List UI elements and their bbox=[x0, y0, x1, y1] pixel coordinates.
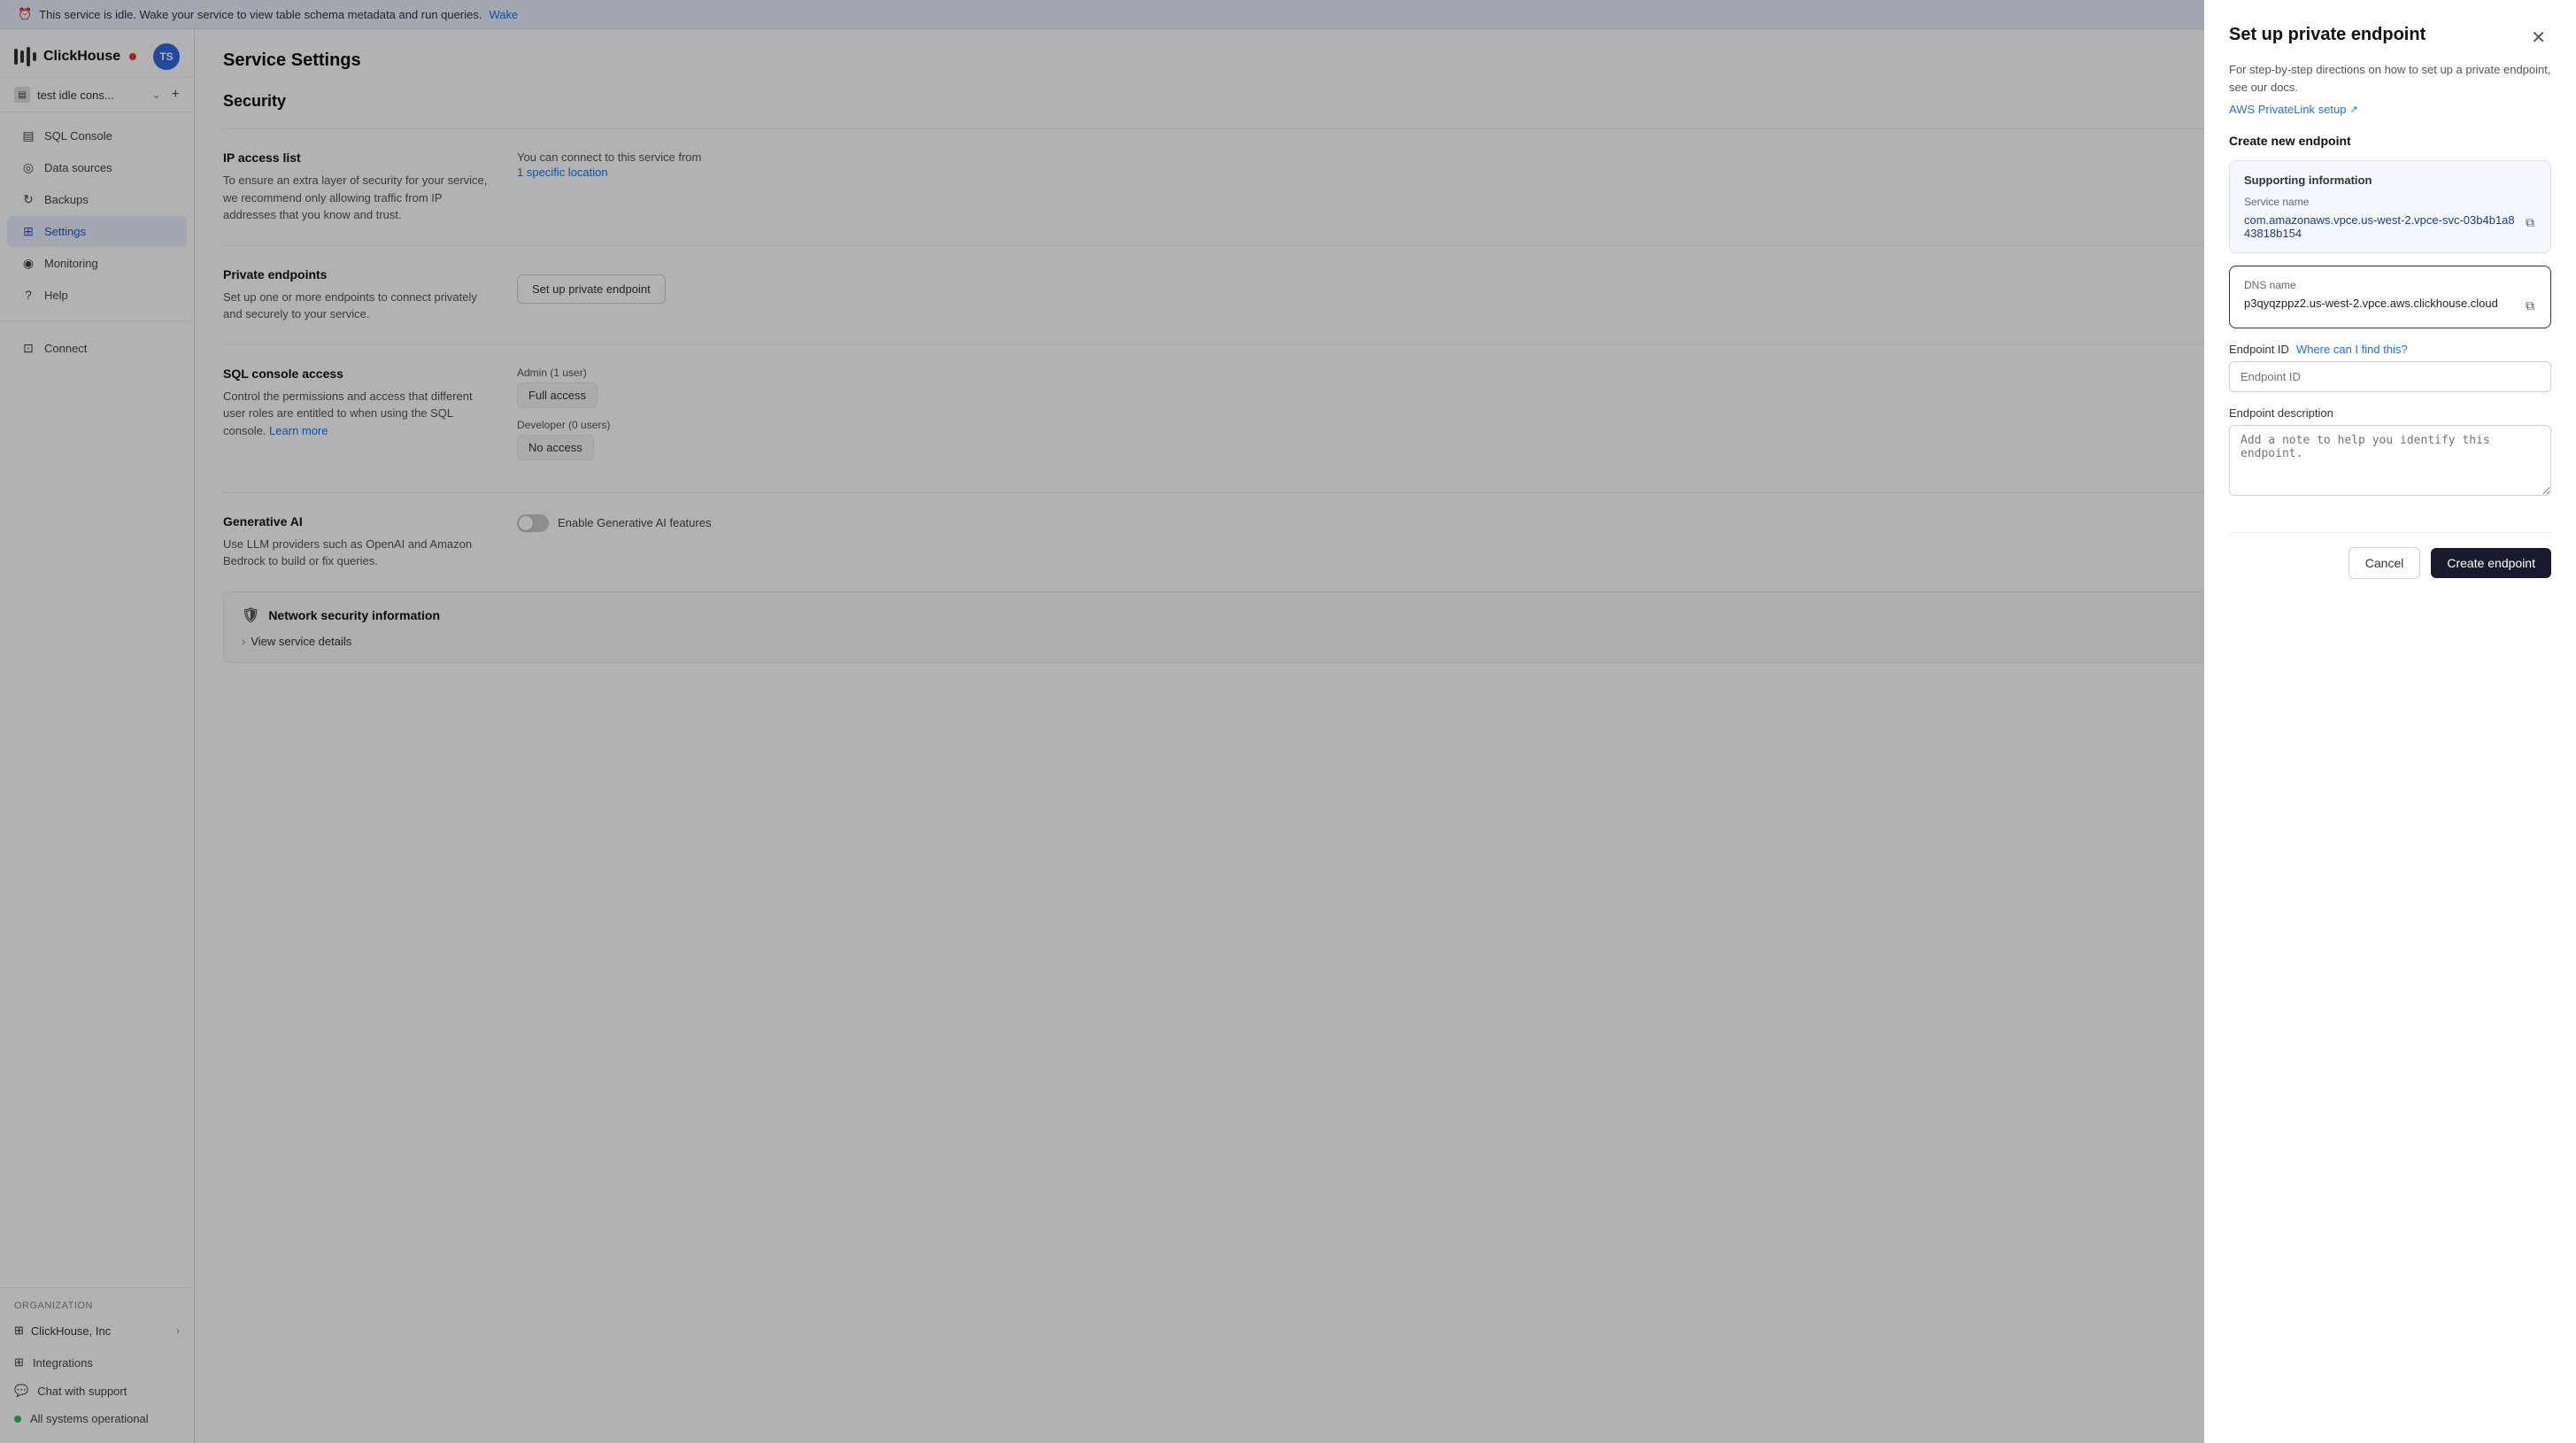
dns-name-label: DNS name bbox=[2244, 279, 2536, 291]
endpoint-id-label-row: Endpoint ID Where can I find this? bbox=[2229, 343, 2551, 356]
endpoint-desc-label: Endpoint description bbox=[2229, 406, 2551, 420]
panel-title: Set up private endpoint bbox=[2229, 25, 2426, 45]
dns-name-value: p3qyqzppz2.us-west-2.vpce.aws.clickhouse… bbox=[2244, 297, 2498, 310]
endpoint-id-group: Endpoint ID Where can I find this? bbox=[2229, 343, 2551, 392]
endpoint-desc-group: Endpoint description bbox=[2229, 406, 2551, 500]
cancel-button[interactable]: Cancel bbox=[2348, 547, 2421, 579]
create-section-title: Create new endpoint bbox=[2229, 134, 2551, 148]
dns-name-card: DNS name p3qyqzppz2.us-west-2.vpce.aws.c… bbox=[2229, 266, 2551, 328]
endpoint-desc-textarea[interactable] bbox=[2229, 425, 2551, 496]
aws-link-label: AWS PrivateLink setup bbox=[2229, 103, 2346, 116]
panel-desc: For step-by-step directions on how to se… bbox=[2229, 61, 2551, 96]
copy-service-name-button[interactable]: ⧉ bbox=[2524, 213, 2536, 232]
supporting-info-card: Supporting information Service name com.… bbox=[2229, 160, 2551, 253]
service-name-label: Service name bbox=[2244, 196, 2536, 208]
dns-name-row: p3qyqzppz2.us-west-2.vpce.aws.clickhouse… bbox=[2244, 297, 2536, 315]
supporting-info-title: Supporting information bbox=[2244, 174, 2536, 187]
panel-footer: Cancel Create endpoint bbox=[2229, 532, 2551, 579]
service-name-value: com.amazonaws.vpce.us-west-2.vpce-svc-03… bbox=[2244, 213, 2517, 240]
external-link-icon: ↗ bbox=[2349, 104, 2357, 115]
side-panel: Set up private endpoint ✕ For step-by-st… bbox=[2204, 0, 2576, 1443]
where-find-this-link[interactable]: Where can I find this? bbox=[2296, 343, 2408, 356]
service-name-row: com.amazonaws.vpce.us-west-2.vpce-svc-03… bbox=[2244, 213, 2536, 240]
endpoint-id-input[interactable] bbox=[2229, 361, 2551, 392]
aws-privatelink-link[interactable]: AWS PrivateLink setup ↗ bbox=[2229, 103, 2551, 116]
overlay: Set up private endpoint ✕ For step-by-st… bbox=[0, 0, 2576, 1443]
endpoint-id-label: Endpoint ID bbox=[2229, 343, 2289, 356]
create-endpoint-button[interactable]: Create endpoint bbox=[2431, 548, 2551, 578]
panel-header: Set up private endpoint ✕ bbox=[2229, 25, 2551, 50]
copy-dns-name-button[interactable]: ⧉ bbox=[2524, 297, 2536, 315]
close-panel-button[interactable]: ✕ bbox=[2526, 25, 2551, 50]
